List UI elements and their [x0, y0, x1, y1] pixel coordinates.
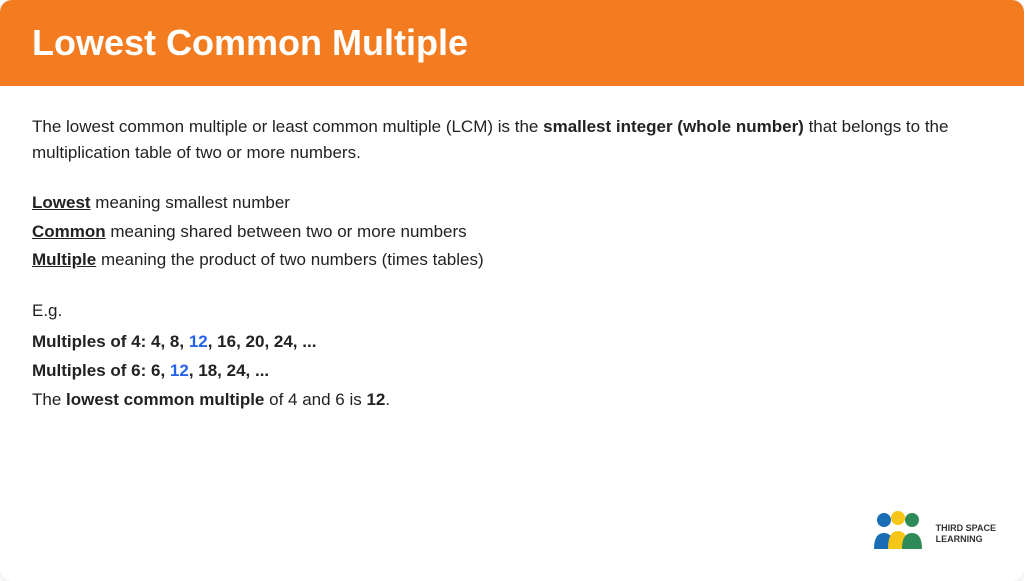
eg-label: E.g.: [32, 297, 992, 326]
term-common: Common: [32, 222, 106, 241]
content-area: The lowest common multiple or least comm…: [0, 86, 1024, 581]
intro-bold: smallest integer (whole number): [543, 117, 804, 136]
multiples-4-line: Multiples of 4: 4, 8, 12, 16, 20, 24, ..…: [32, 328, 992, 357]
conclusion-part2: of 4 and 6 is: [264, 390, 366, 409]
tsl-logo-icon: [870, 511, 926, 557]
definitions-block: Lowest meaning smallest number Common me…: [32, 189, 992, 276]
multiples-4-rest: , 16, 20, 24, ...: [208, 332, 317, 351]
multiples-4-highlight: 12: [189, 332, 208, 351]
conclusion-bold: lowest common multiple: [66, 390, 264, 409]
meaning-lowest: meaning smallest number: [91, 193, 290, 212]
brand-name: THIRD SPACELEARNING: [936, 523, 996, 545]
multiples-4-label: Multiples of 4: 4, 8,: [32, 332, 189, 351]
def-lowest: Lowest meaning smallest number: [32, 189, 992, 218]
conclusion-line: The lowest common multiple of 4 and 6 is…: [32, 386, 992, 415]
def-common: Common meaning shared between two or mor…: [32, 218, 992, 247]
examples-block: E.g. Multiples of 4: 4, 8, 12, 16, 20, 2…: [32, 297, 992, 415]
multiples-6-line: Multiples of 6: 6, 12, 18, 24, ...: [32, 357, 992, 386]
meaning-multiple: meaning the product of two numbers (time…: [96, 250, 483, 269]
multiples-6-highlight: 12: [170, 361, 189, 380]
def-multiple: Multiple meaning the product of two numb…: [32, 246, 992, 275]
logo-area: THIRD SPACELEARNING: [870, 511, 996, 557]
multiples-6-rest: , 18, 24, ...: [189, 361, 269, 380]
intro-part1: The lowest common multiple or least comm…: [32, 117, 543, 136]
conclusion-answer: 12: [366, 390, 385, 409]
card: Lowest Common Multiple The lowest common…: [0, 0, 1024, 581]
intro-paragraph: The lowest common multiple or least comm…: [32, 114, 992, 167]
term-multiple: Multiple: [32, 250, 96, 269]
term-lowest: Lowest: [32, 193, 91, 212]
conclusion-end: .: [385, 390, 390, 409]
multiples-6-label: Multiples of 6: 6,: [32, 361, 170, 380]
header: Lowest Common Multiple: [0, 0, 1024, 86]
page-title: Lowest Common Multiple: [32, 22, 992, 64]
conclusion-part1: The: [32, 390, 66, 409]
meaning-common: meaning shared between two or more numbe…: [106, 222, 467, 241]
